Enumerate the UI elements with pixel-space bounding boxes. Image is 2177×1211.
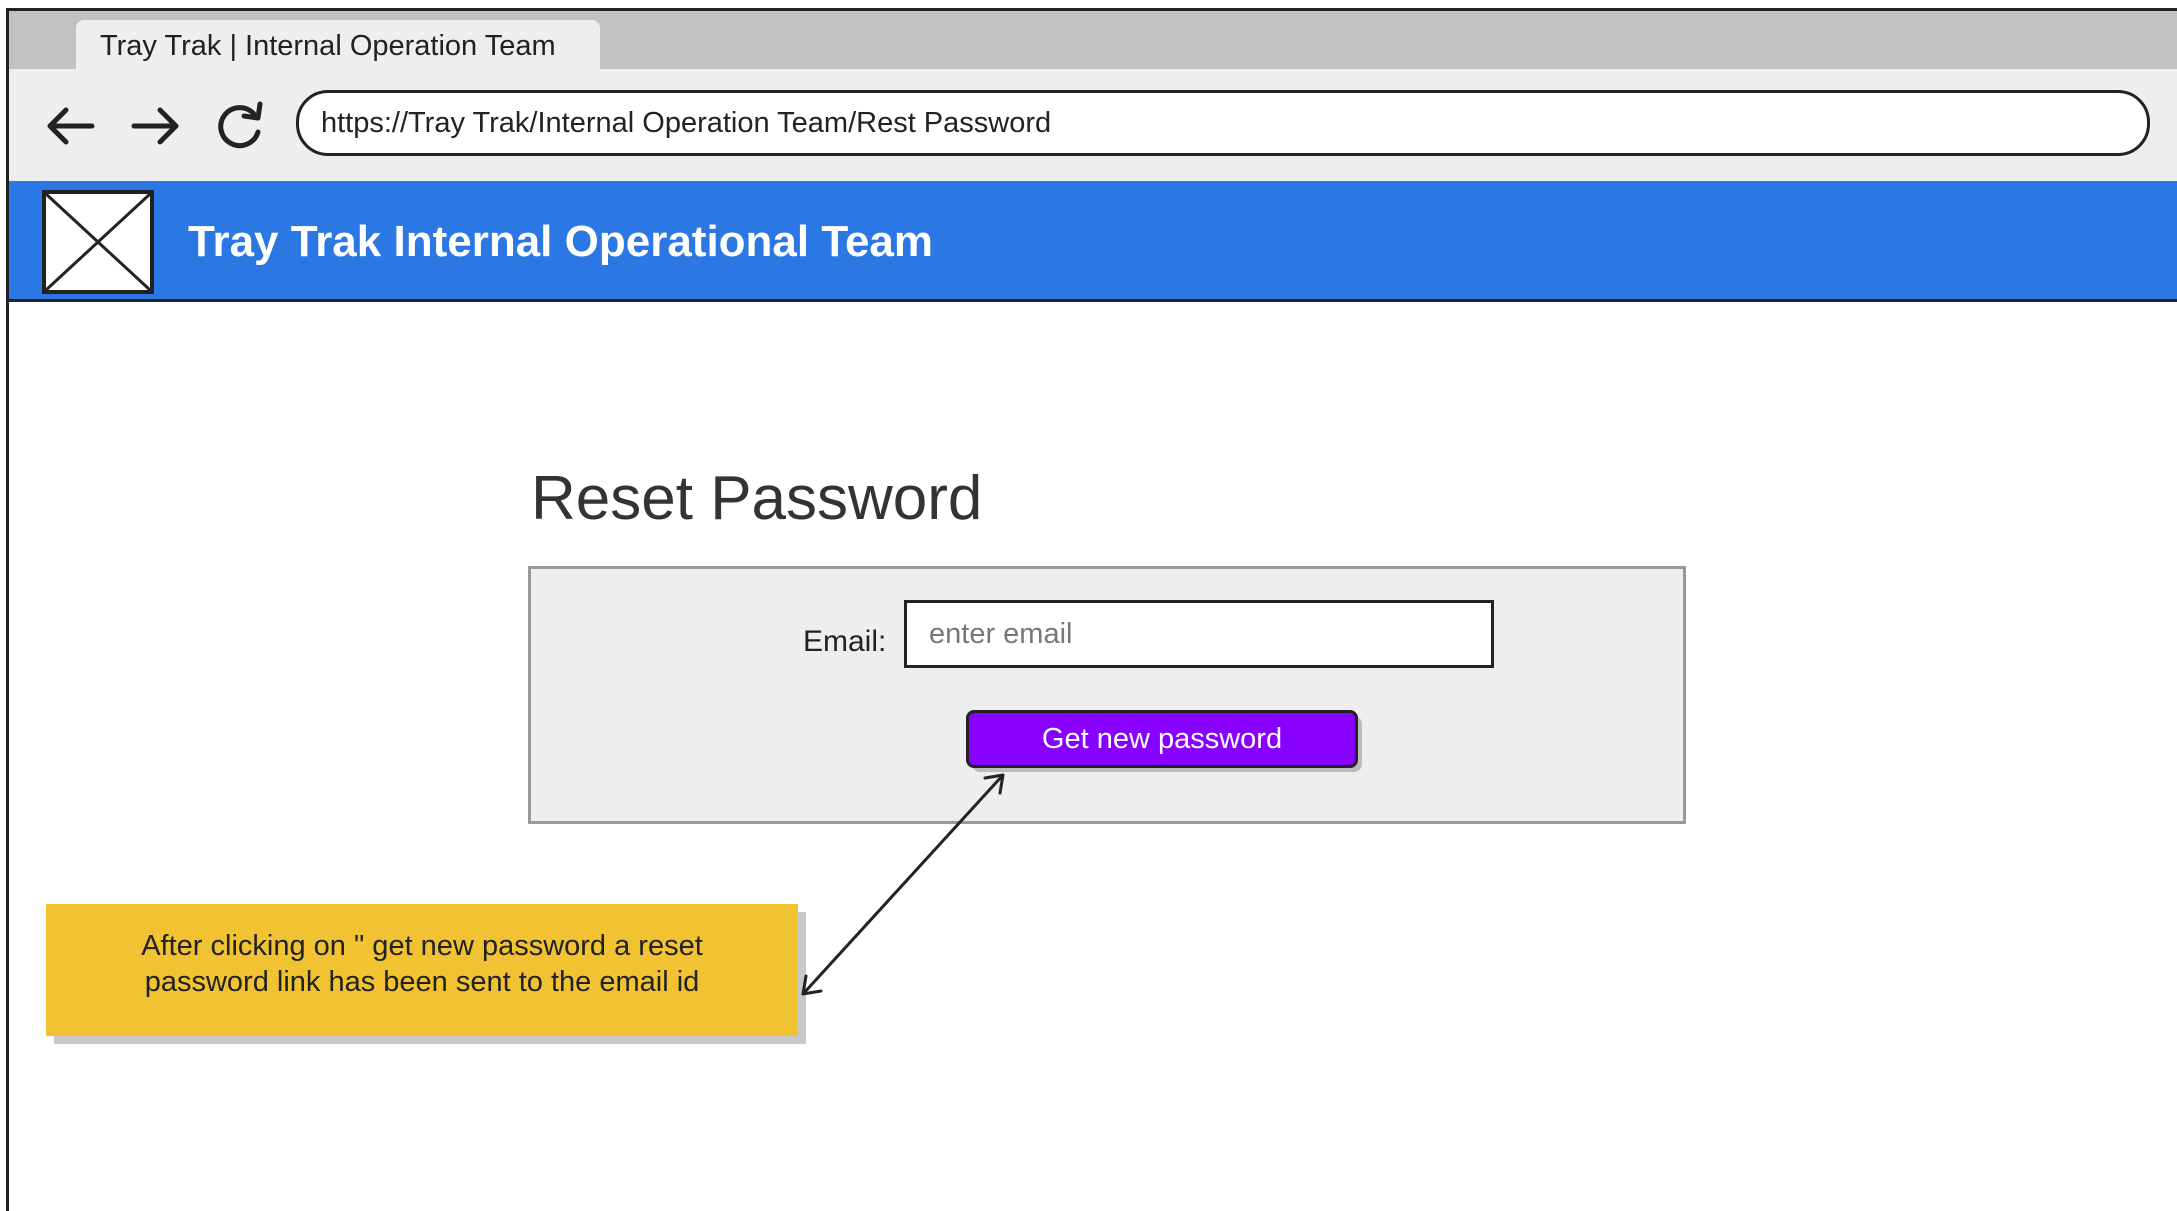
email-input[interactable] xyxy=(904,600,1494,668)
arrow-right-icon[interactable] xyxy=(126,96,186,156)
image-placeholder-icon xyxy=(42,190,154,294)
page-title: Reset Password xyxy=(531,464,983,533)
annotation-note: After clicking on " get new password a r… xyxy=(46,904,798,1036)
site-title: Tray Trak Internal Operational Team xyxy=(188,217,934,266)
get-new-password-button[interactable]: Get new password xyxy=(966,710,1358,768)
arrow-left-icon[interactable] xyxy=(40,96,100,156)
url-bar[interactable]: https://Tray Trak/Internal Operation Tea… xyxy=(296,90,2150,156)
reload-icon[interactable] xyxy=(210,96,270,156)
email-label: Email: xyxy=(803,625,887,658)
browser-tab[interactable]: Tray Trak | Internal Operation Team xyxy=(76,20,600,72)
